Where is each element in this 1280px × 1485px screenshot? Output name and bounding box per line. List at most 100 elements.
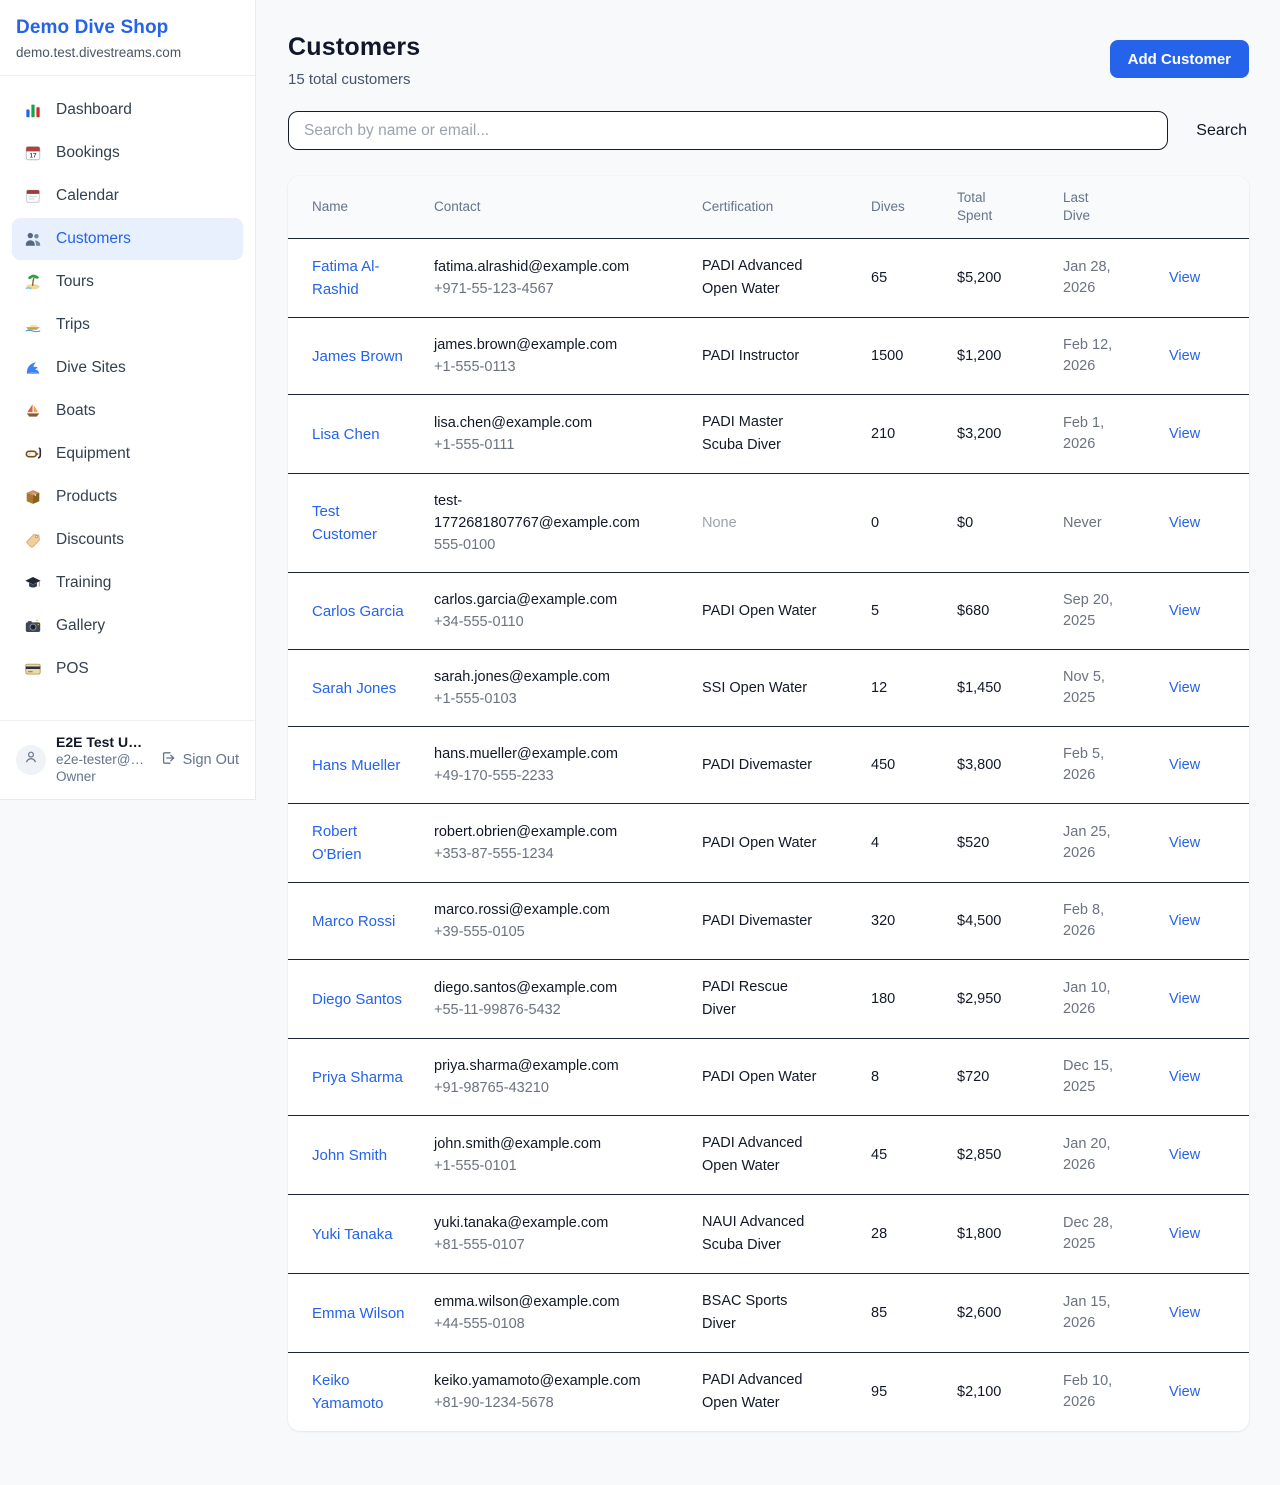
sidebar-item-label: Discounts bbox=[56, 529, 124, 551]
customer-name-link[interactable]: Keiko Yamamoto bbox=[312, 1369, 408, 1415]
customer-name-link[interactable]: Carlos Garcia bbox=[312, 600, 404, 623]
svg-text:17: 17 bbox=[29, 153, 37, 160]
search-button[interactable]: Search bbox=[1194, 118, 1249, 144]
sidebar-item-bookings[interactable]: 17 Bookings bbox=[12, 132, 243, 174]
bookings-icon: 17 bbox=[23, 143, 43, 163]
page-header: Customers 15 total customers Add Custome… bbox=[288, 33, 1249, 88]
add-customer-button[interactable]: Add Customer bbox=[1110, 40, 1249, 78]
sidebar-item-equipment[interactable]: Equipment bbox=[12, 433, 243, 475]
sidebar-item-pos[interactable]: POS bbox=[12, 648, 243, 690]
sidebar-item-discounts[interactable]: Discounts bbox=[12, 519, 243, 561]
view-customer-link[interactable]: View bbox=[1169, 991, 1200, 1007]
customer-name-link[interactable]: Test Customer bbox=[312, 500, 408, 546]
customer-phone: +1-555-0113 bbox=[434, 356, 692, 378]
view-customer-link[interactable]: View bbox=[1169, 1069, 1200, 1085]
view-customer-link[interactable]: View bbox=[1169, 757, 1200, 773]
page-title: Customers bbox=[288, 33, 420, 62]
customer-certification: NAUI Advanced Scuba Diver bbox=[702, 1211, 820, 1257]
customer-name-link[interactable]: Sarah Jones bbox=[312, 677, 396, 700]
sidebar-item-calendar[interactable]: Calendar bbox=[12, 175, 243, 217]
customer-phone: +81-555-0107 bbox=[434, 1234, 692, 1256]
customer-phone: +44-555-0108 bbox=[434, 1313, 692, 1335]
sidebar-item-label: Bookings bbox=[56, 142, 120, 164]
view-customer-link[interactable]: View bbox=[1169, 1147, 1200, 1163]
customer-phone: 555-0100 bbox=[434, 534, 692, 556]
user-name: E2E Test U… bbox=[56, 734, 144, 751]
sidebar-item-products[interactable]: Products bbox=[12, 476, 243, 518]
customer-email: diego.santos@example.com bbox=[434, 977, 652, 999]
view-customer-link[interactable]: View bbox=[1169, 1305, 1200, 1321]
customer-name-link[interactable]: Hans Mueller bbox=[312, 754, 400, 777]
customer-name-link[interactable]: Yuki Tanaka bbox=[312, 1223, 393, 1246]
sidebar-item-label: Dive Sites bbox=[56, 357, 126, 379]
customer-total-spent: $720 bbox=[957, 1069, 989, 1085]
view-customer-link[interactable]: View bbox=[1169, 1226, 1200, 1242]
customer-name-link[interactable]: John Smith bbox=[312, 1144, 387, 1167]
sidebar-item-training[interactable]: Training bbox=[12, 562, 243, 604]
customer-last-dive: Feb 10, 2026 bbox=[1063, 1371, 1127, 1413]
table-row: Robert O'Brienrobert.obrien@example.com+… bbox=[288, 804, 1249, 883]
customer-email: sarah.jones@example.com bbox=[434, 666, 652, 688]
customer-email: james.brown@example.com bbox=[434, 334, 652, 356]
sidebar: Demo Dive Shop demo.test.divestreams.com… bbox=[0, 0, 256, 800]
customer-name-link[interactable]: Fatima Al-Rashid bbox=[312, 255, 408, 301]
customer-total-spent: $2,850 bbox=[957, 1147, 1001, 1163]
equipment-icon bbox=[23, 444, 43, 464]
column-header-name: Name bbox=[288, 176, 434, 239]
sidebar-item-gallery[interactable]: Gallery bbox=[12, 605, 243, 647]
column-header-contact: Contact bbox=[434, 176, 702, 239]
customer-certification: PADI Advanced Open Water bbox=[702, 1369, 820, 1415]
column-header-actions bbox=[1169, 176, 1249, 239]
search-input[interactable] bbox=[288, 111, 1168, 150]
sidebar-item-dive-sites[interactable]: Dive Sites bbox=[12, 347, 243, 389]
view-customer-link[interactable]: View bbox=[1169, 515, 1200, 531]
view-customer-link[interactable]: View bbox=[1169, 913, 1200, 929]
customer-name-link[interactable]: Emma Wilson bbox=[312, 1302, 405, 1325]
customer-last-dive: Nov 5, 2025 bbox=[1063, 667, 1127, 709]
view-customer-link[interactable]: View bbox=[1169, 1384, 1200, 1400]
customer-total-spent: $2,950 bbox=[957, 991, 1001, 1007]
view-customer-link[interactable]: View bbox=[1169, 270, 1200, 286]
sidebar-item-label: Calendar bbox=[56, 185, 119, 207]
customer-phone: +81-90-1234-5678 bbox=[434, 1392, 692, 1414]
customer-email: priya.sharma@example.com bbox=[434, 1055, 652, 1077]
sign-out-button[interactable]: Sign Out bbox=[160, 750, 239, 770]
table-row: Emma Wilsonemma.wilson@example.com+44-55… bbox=[288, 1274, 1249, 1353]
column-header-certification: Certification bbox=[702, 176, 871, 239]
app-root: Demo Dive Shop demo.test.divestreams.com… bbox=[0, 0, 1280, 1431]
sidebar-item-trips[interactable]: Trips bbox=[12, 304, 243, 346]
page-title-block: Customers 15 total customers bbox=[288, 33, 420, 88]
sidebar-nav: Dashboard 17 Bookings Calendar CustomersTour… bbox=[0, 76, 255, 720]
user-footer: E2E Test U… e2e-tester@… Owner Sign Out bbox=[0, 720, 255, 799]
user-role: Owner bbox=[56, 768, 144, 785]
customer-name-link[interactable]: Lisa Chen bbox=[312, 423, 380, 446]
sidebar-item-tours[interactable]: Tours bbox=[12, 261, 243, 303]
view-customer-link[interactable]: View bbox=[1169, 348, 1200, 364]
column-header-label: Last Dive bbox=[1063, 189, 1109, 225]
column-header-label: Contact bbox=[434, 199, 481, 214]
customers-table: NameContactCertificationDivesTotal Spent… bbox=[288, 176, 1249, 1431]
customer-name-link[interactable]: Priya Sharma bbox=[312, 1066, 403, 1089]
customer-name-link[interactable]: James Brown bbox=[312, 345, 403, 368]
sidebar-item-boats[interactable]: Boats bbox=[12, 390, 243, 432]
customer-name-link[interactable]: Robert O'Brien bbox=[312, 820, 408, 866]
sidebar-item-label: Dashboard bbox=[56, 99, 132, 121]
user-icon bbox=[23, 749, 39, 770]
customer-last-dive: Never bbox=[1063, 513, 1102, 534]
sidebar-item-label: Equipment bbox=[56, 443, 130, 465]
customer-last-dive: Jan 28, 2026 bbox=[1063, 257, 1127, 299]
customer-last-dive: Feb 12, 2026 bbox=[1063, 335, 1127, 377]
customer-name-link[interactable]: Diego Santos bbox=[312, 988, 402, 1011]
customer-phone: +39-555-0105 bbox=[434, 921, 692, 943]
sidebar-item-customers[interactable]: Customers bbox=[12, 218, 243, 260]
view-customer-link[interactable]: View bbox=[1169, 603, 1200, 619]
table-row: Priya Sharmapriya.sharma@example.com+91-… bbox=[288, 1039, 1249, 1116]
view-customer-link[interactable]: View bbox=[1169, 835, 1200, 851]
view-customer-link[interactable]: View bbox=[1169, 426, 1200, 442]
sidebar-item-dashboard[interactable]: Dashboard bbox=[12, 89, 243, 131]
customer-name-link[interactable]: Marco Rossi bbox=[312, 910, 395, 933]
view-customer-link[interactable]: View bbox=[1169, 680, 1200, 696]
customer-certification: PADI Open Water bbox=[702, 600, 816, 623]
table-row: James Brown james.brown@example.com+1-555… bbox=[288, 318, 1249, 395]
customer-email: hans.mueller@example.com bbox=[434, 743, 652, 765]
